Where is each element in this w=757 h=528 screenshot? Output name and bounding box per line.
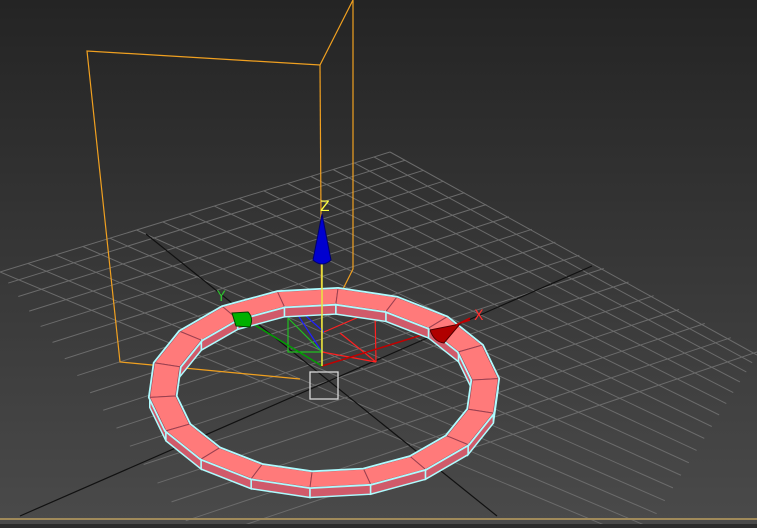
viewport-background	[0, 0, 757, 524]
gizmo-z-label: Z	[320, 199, 330, 215]
ring-segment[interactable]	[467, 378, 499, 414]
gizmo-x-label: X	[474, 308, 484, 324]
ring-segment[interactable]	[149, 362, 181, 398]
gizmo-y-label: Y	[216, 289, 226, 305]
viewport-canvas[interactable]: Z Y X	[0, 0, 757, 528]
perspective-viewport[interactable]: Z Y X	[0, 0, 757, 528]
